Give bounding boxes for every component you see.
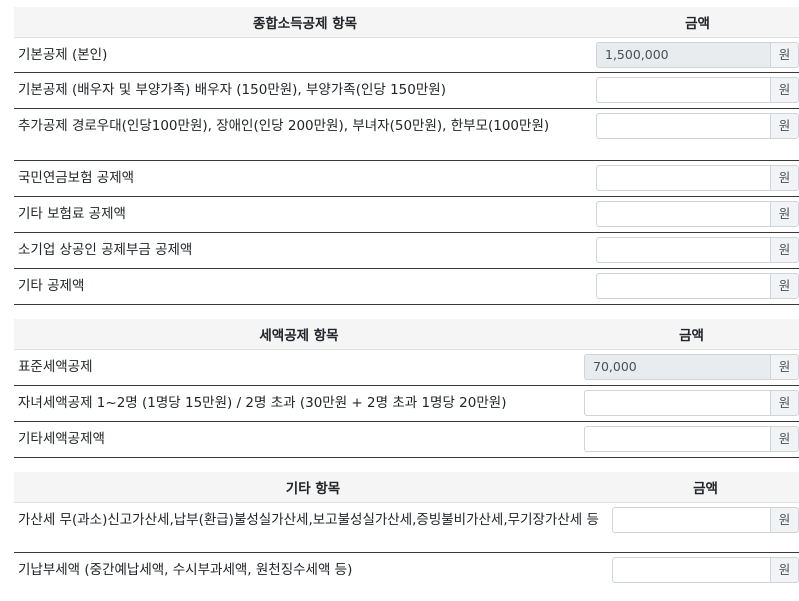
row-label: 기타 공제액 bbox=[18, 278, 85, 294]
row-label: 표준세액공제 bbox=[18, 359, 93, 375]
unit-addon: 원 bbox=[770, 237, 799, 263]
row-label: 가산세 무(과소)신고가산세,납부(환급)불성실가산세,보고불성실가산세,증빙불… bbox=[18, 512, 599, 528]
section-header-item: 종합소득공제 항목 bbox=[14, 7, 596, 38]
section-header-item: 기타 항목 bbox=[14, 472, 612, 503]
unit-addon: 원 bbox=[770, 507, 799, 533]
amount-input[interactable] bbox=[584, 426, 770, 452]
amount-input[interactable] bbox=[584, 390, 770, 416]
unit-addon: 원 bbox=[770, 273, 799, 299]
other-items-table: 기타 항목 금액 가산세 무(과소)신고가산세,납부(환급)불성실가산세,보고불… bbox=[14, 472, 799, 589]
amount-input[interactable] bbox=[612, 507, 770, 533]
amount-input[interactable]: 1,500,000 bbox=[596, 42, 770, 68]
amount-input[interactable] bbox=[596, 237, 770, 263]
unit-addon: 원 bbox=[770, 201, 799, 227]
unit-addon: 원 bbox=[770, 354, 799, 380]
table-row: 가산세 무(과소)신고가산세,납부(환급)불성실가산세,보고불성실가산세,증빙불… bbox=[14, 502, 799, 553]
row-label: 국민연금보험 공제액 bbox=[18, 170, 135, 186]
row-label: 기본공제 (배우자 및 부양가족) 배우자 (150만원), 부양가족(인당 1… bbox=[18, 82, 446, 98]
row-label: 기타 보험료 공제액 bbox=[18, 206, 126, 222]
table-row: 소기업 상공인 공제부금 공제액 원 bbox=[14, 232, 799, 269]
unit-addon: 원 bbox=[770, 390, 799, 416]
unit-addon: 원 bbox=[770, 165, 799, 191]
amount-input[interactable] bbox=[612, 557, 770, 583]
section-header-amount: 금액 bbox=[596, 7, 799, 38]
row-label: 추가공제 경로우대(인당100만원), 장애인(인당 200만원), 부녀자(5… bbox=[18, 118, 550, 134]
table-row: 국민연금보험 공제액 원 bbox=[14, 160, 799, 197]
amount-input[interactable] bbox=[596, 77, 770, 103]
unit-addon: 원 bbox=[770, 113, 799, 139]
row-label: 소기업 상공인 공제부금 공제액 bbox=[18, 242, 193, 258]
amount-input[interactable] bbox=[596, 201, 770, 227]
table-row: 기본공제 (본인) 1,500,000 원 bbox=[14, 37, 799, 73]
row-label: 기본공제 (본인) bbox=[18, 47, 108, 63]
table-row: 기타세액공제액 원 bbox=[14, 421, 799, 458]
row-label: 기납부세액 (중간예납세액, 수시부과세액, 원천징수세액 등) bbox=[18, 562, 353, 578]
amount-input[interactable] bbox=[596, 273, 770, 299]
table-row: 기타 공제액 원 bbox=[14, 268, 799, 305]
table-row: 표준세액공제 70,000 원 bbox=[14, 349, 799, 386]
unit-addon: 원 bbox=[770, 77, 799, 103]
amount-input[interactable] bbox=[596, 113, 770, 139]
section-header-amount: 금액 bbox=[612, 472, 799, 503]
table-row: 기타 보험료 공제액 원 bbox=[14, 196, 799, 233]
row-label: 기타세액공제액 bbox=[18, 431, 105, 447]
table-row: 기납부세액 (중간예납세액, 수시부과세액, 원천징수세액 등) 원 bbox=[14, 553, 799, 589]
amount-input[interactable]: 70,000 bbox=[584, 354, 770, 380]
amount-input[interactable] bbox=[596, 165, 770, 191]
table-row: 자녀세액공제 1~2명 (1명당 15만원) / 2명 초과 (30만원 + 2… bbox=[14, 385, 799, 422]
unit-addon: 원 bbox=[770, 42, 799, 68]
section-header-item: 세액공제 항목 bbox=[14, 319, 584, 350]
tax-credit-table: 세액공제 항목 금액 표준세액공제 70,000 원 자녀세액공제 1~2명 (… bbox=[14, 319, 799, 458]
section-header-amount: 금액 bbox=[584, 319, 799, 350]
income-deduction-table: 종합소득공제 항목 금액 기본공제 (본인) 1,500,000 원 기본공제 … bbox=[14, 7, 799, 305]
unit-addon: 원 bbox=[770, 426, 799, 452]
form-container: 종합소득공제 항목 금액 기본공제 (본인) 1,500,000 원 기본공제 … bbox=[14, 0, 799, 589]
table-row: 추가공제 경로우대(인당100만원), 장애인(인당 200만원), 부녀자(5… bbox=[14, 108, 799, 161]
table-row: 기본공제 (배우자 및 부양가족) 배우자 (150만원), 부양가족(인당 1… bbox=[14, 72, 799, 109]
unit-addon: 원 bbox=[770, 557, 799, 583]
row-label: 자녀세액공제 1~2명 (1명당 15만원) / 2명 초과 (30만원 + 2… bbox=[18, 395, 507, 411]
